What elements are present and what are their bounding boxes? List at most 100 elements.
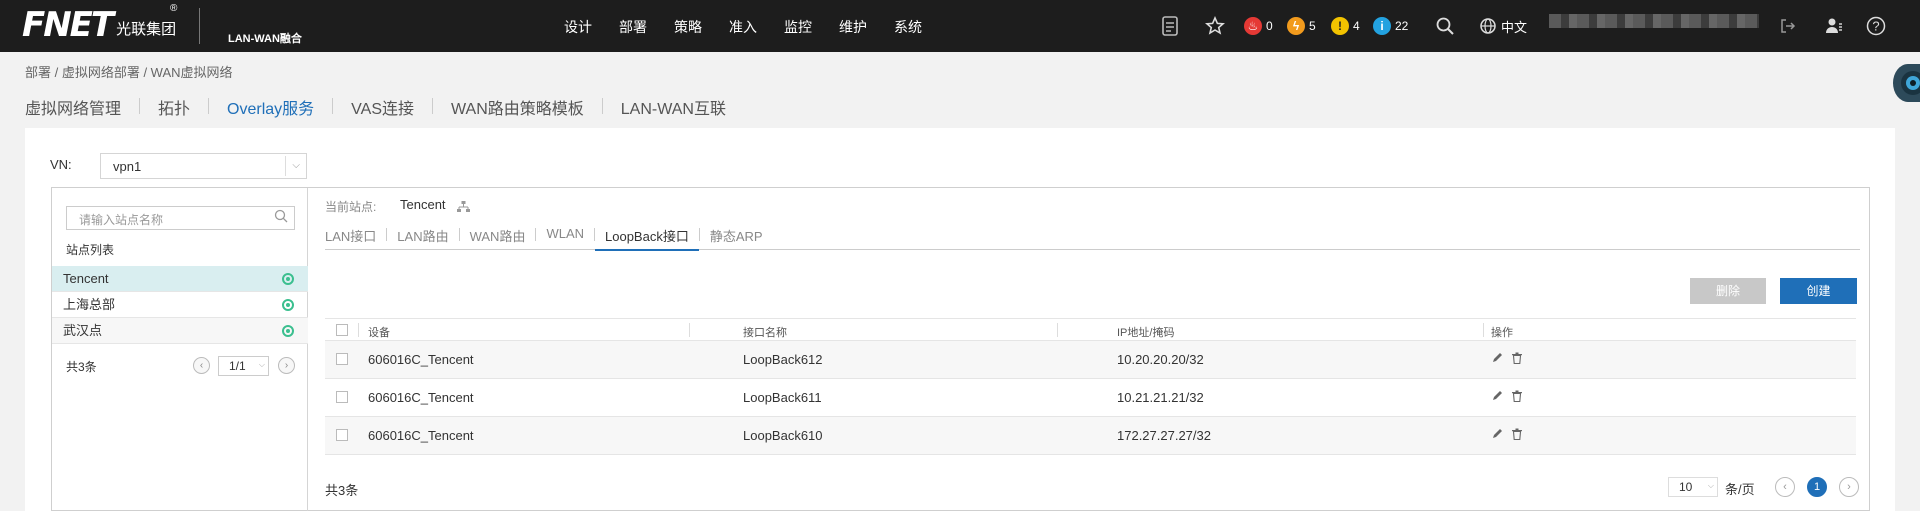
cell-ip-mask: 172.27.27.27/32: [1117, 428, 1211, 443]
delete-icon[interactable]: [1511, 352, 1523, 364]
product-name: LAN-WAN融合: [228, 33, 302, 45]
task-list-icon[interactable]: [1161, 13, 1179, 39]
tab-overlay-service[interactable]: Overlay服务: [227, 95, 314, 119]
cell-interface-name: LoopBack610: [743, 428, 823, 443]
tab-lan-route[interactable]: LAN路由: [387, 226, 458, 249]
user-icon[interactable]: [1825, 13, 1843, 39]
next-page-button[interactable]: ›: [1839, 477, 1859, 497]
fire-alert[interactable]: ♨ 0: [1244, 13, 1273, 39]
nav-policy[interactable]: 策略: [674, 0, 702, 52]
table-header: 设备 接口名称 IP地址/掩码 操作: [325, 318, 1856, 341]
info-alert[interactable]: i 22: [1373, 13, 1408, 39]
cell-interface-name: LoopBack612: [743, 352, 823, 367]
logo-cn-text: 光联集团: [116, 21, 177, 38]
search-icon[interactable]: [274, 209, 288, 223]
tab-wan-route[interactable]: WAN路由: [460, 226, 536, 249]
help-icon[interactable]: ?: [1866, 13, 1886, 39]
tab-virtual-network-mgmt[interactable]: 虚拟网络管理: [25, 95, 121, 119]
site-item-tencent[interactable]: Tencent: [52, 266, 308, 292]
nav-monitor[interactable]: 监控: [784, 0, 812, 52]
logo-text: FNET: [22, 5, 114, 45]
bolt-alert-icon: ϟ: [1287, 17, 1305, 35]
edit-icon[interactable]: [1491, 390, 1503, 402]
online-status-icon: [282, 273, 294, 285]
tab-wlan[interactable]: WLAN: [536, 226, 594, 249]
logout-icon[interactable]: [1780, 13, 1796, 39]
site-next-page-button[interactable]: ›: [278, 357, 295, 374]
page-number-button[interactable]: 1: [1807, 477, 1827, 497]
nav-deploy[interactable]: 部署: [619, 0, 647, 52]
site-page-select[interactable]: 1/1 ⌵: [218, 356, 269, 376]
create-button[interactable]: 创建: [1780, 278, 1857, 304]
table-row: 606016C_Tencent LoopBack610 172.27.27.27…: [325, 417, 1856, 455]
globe-icon: [1480, 18, 1496, 34]
star-icon[interactable]: [1205, 13, 1225, 39]
cell-device: 606016C_Tencent: [368, 390, 474, 405]
assistant-widget[interactable]: [1893, 64, 1920, 102]
delete-button[interactable]: 删除: [1690, 278, 1766, 304]
tab-vas-connection[interactable]: VAS连接: [351, 95, 414, 119]
chevron-down-icon: ⌵: [285, 156, 300, 176]
online-status-icon: [282, 299, 294, 311]
row-checkbox[interactable]: [336, 353, 348, 365]
nav-access[interactable]: 准入: [729, 0, 757, 52]
tab-lan-interface[interactable]: LAN接口: [325, 226, 386, 249]
col-actions: 操作: [1491, 327, 1513, 339]
current-site-value: Tencent: [400, 197, 446, 212]
redacted-user-info: [1549, 14, 1759, 28]
vn-select[interactable]: vpn1 ⌵: [100, 153, 307, 179]
cell-device: 606016C_Tencent: [368, 428, 474, 443]
warning-alert-icon: !: [1331, 17, 1349, 35]
nav-maintain[interactable]: 维护: [839, 0, 867, 52]
col-device: 设备: [368, 327, 390, 339]
page-tabs: 虚拟网络管理 拓扑 Overlay服务 VAS连接 WAN路由策略模板 LAN-…: [25, 95, 744, 119]
fire-alert-icon: ♨: [1244, 17, 1262, 35]
breadcrumb: 部署 / 虚拟网络部署 / WAN虚拟网络: [25, 65, 233, 80]
svg-text:?: ?: [1872, 19, 1879, 34]
table-row: 606016C_Tencent LoopBack612 10.20.20.20/…: [325, 341, 1856, 379]
warning-alert[interactable]: ! 4: [1331, 13, 1360, 39]
chevron-down-icon: ⌵: [258, 360, 265, 369]
search-icon[interactable]: [1435, 13, 1455, 39]
nav-system[interactable]: 系统: [894, 0, 922, 52]
online-status-icon: [282, 325, 294, 337]
tab-static-arp[interactable]: 静态ARP: [700, 226, 773, 249]
bolt-alert[interactable]: ϟ 5: [1287, 13, 1316, 39]
edit-icon[interactable]: [1491, 428, 1503, 440]
site-item-shanghai[interactable]: 上海总部: [52, 292, 308, 318]
edit-icon[interactable]: [1491, 352, 1503, 364]
cell-ip-mask: 10.20.20.20/32: [1117, 352, 1204, 367]
table-total: 共3条: [325, 483, 359, 498]
row-checkbox[interactable]: [336, 429, 348, 441]
col-ip-mask: IP地址/掩码: [1117, 327, 1175, 339]
tab-loopback-interface[interactable]: LoopBack接口: [595, 226, 699, 251]
row-checkbox[interactable]: [336, 391, 348, 403]
top-bar: FNET ® 光联集团 LAN-WAN融合 设计 部署 策略 准入 监控 维护 …: [0, 0, 1920, 52]
table-row: 606016C_Tencent LoopBack611 10.21.21.21/…: [325, 379, 1856, 417]
page-size-select[interactable]: 10 ⌵: [1668, 477, 1718, 497]
site-item-wuhan[interactable]: 武汉点: [52, 318, 308, 344]
language-switch[interactable]: 中文: [1479, 13, 1527, 39]
tab-lan-wan-interconnect[interactable]: LAN-WAN互联: [621, 95, 726, 119]
interface-tabs: LAN接口 LAN路由 WAN路由 WLAN LoopBack接口 静态ARP: [325, 226, 1860, 251]
info-alert-icon: i: [1373, 17, 1391, 35]
logo-divider: [199, 8, 200, 44]
site-search-input[interactable]: 请输入站点名称: [66, 206, 295, 230]
loopback-table: 设备 接口名称 IP地址/掩码 操作 606016C_Tencent LoopB…: [325, 318, 1856, 455]
site-total: 共3条: [66, 360, 97, 374]
select-all-checkbox[interactable]: [336, 324, 348, 336]
site-list-title: 站点列表: [66, 243, 115, 257]
cell-ip-mask: 10.21.21.21/32: [1117, 390, 1204, 405]
main-nav: 设计 部署 策略 准入 监控 维护 系统: [564, 0, 949, 52]
site-prev-page-button[interactable]: ‹: [193, 357, 210, 374]
tab-topology[interactable]: 拓扑: [158, 95, 190, 119]
site-panel: [52, 188, 308, 511]
current-site-label: 当前站点:: [325, 200, 377, 214]
nav-design[interactable]: 设计: [564, 0, 592, 52]
prev-page-button[interactable]: ‹: [1775, 477, 1795, 497]
delete-icon[interactable]: [1511, 428, 1523, 440]
delete-icon[interactable]: [1511, 390, 1523, 402]
brand-logo[interactable]: FNET ® 光联集团: [22, 3, 177, 45]
topology-icon[interactable]: [457, 200, 470, 213]
tab-wan-route-policy-template[interactable]: WAN路由策略模板: [451, 95, 584, 119]
